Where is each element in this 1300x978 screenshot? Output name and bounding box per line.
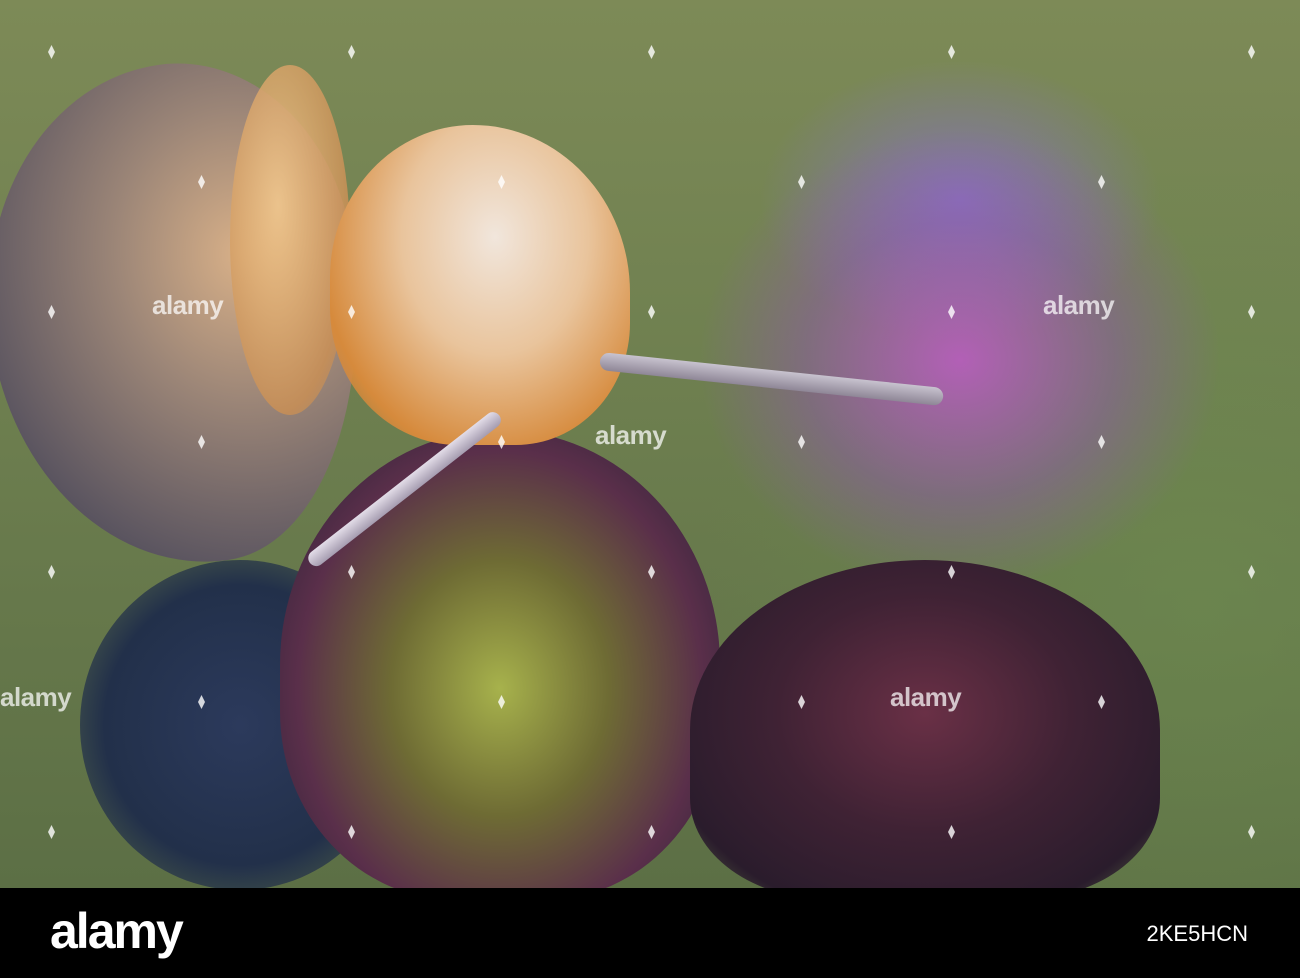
- watermark-dot: [1248, 305, 1255, 319]
- watermark-dot: [348, 45, 355, 59]
- watermark-dot: [48, 45, 55, 59]
- watermark-dot: [1248, 825, 1255, 839]
- watermark-dot: [48, 565, 55, 579]
- snail-body: [330, 125, 630, 445]
- watermark-text: alamy: [0, 682, 72, 712]
- watermark-dot: [798, 175, 805, 189]
- snail-shell-lip: [230, 65, 350, 415]
- watermark-dot: [648, 305, 655, 319]
- watermark-text: alamy: [890, 682, 962, 712]
- thistle-bud-left: [280, 430, 720, 888]
- watermark-dot: [798, 435, 805, 449]
- watermark-dot: [1248, 565, 1255, 579]
- watermark-dot: [1098, 175, 1105, 189]
- footer-bar: alamy 2KE5HCN: [0, 888, 1300, 978]
- thistle-bud-right: [690, 560, 1160, 888]
- watermark-text: alamy: [152, 290, 224, 320]
- watermark-dot: [1098, 435, 1105, 449]
- watermark-text: alamy: [1043, 290, 1115, 320]
- snail-on-thistle-photo: alamy alamy alamy alamy alamy: [0, 0, 1300, 888]
- watermark-text: alamy: [595, 420, 667, 450]
- watermark-dot: [948, 305, 955, 319]
- alamy-logo: alamy: [50, 903, 184, 959]
- image-id: 2KE5HCN: [1146, 921, 1248, 946]
- watermark-dot: [948, 45, 955, 59]
- snail-tentacle-right: [599, 352, 945, 407]
- watermark-dot: [48, 825, 55, 839]
- watermark-dot: [648, 45, 655, 59]
- watermark-dot: [1248, 45, 1255, 59]
